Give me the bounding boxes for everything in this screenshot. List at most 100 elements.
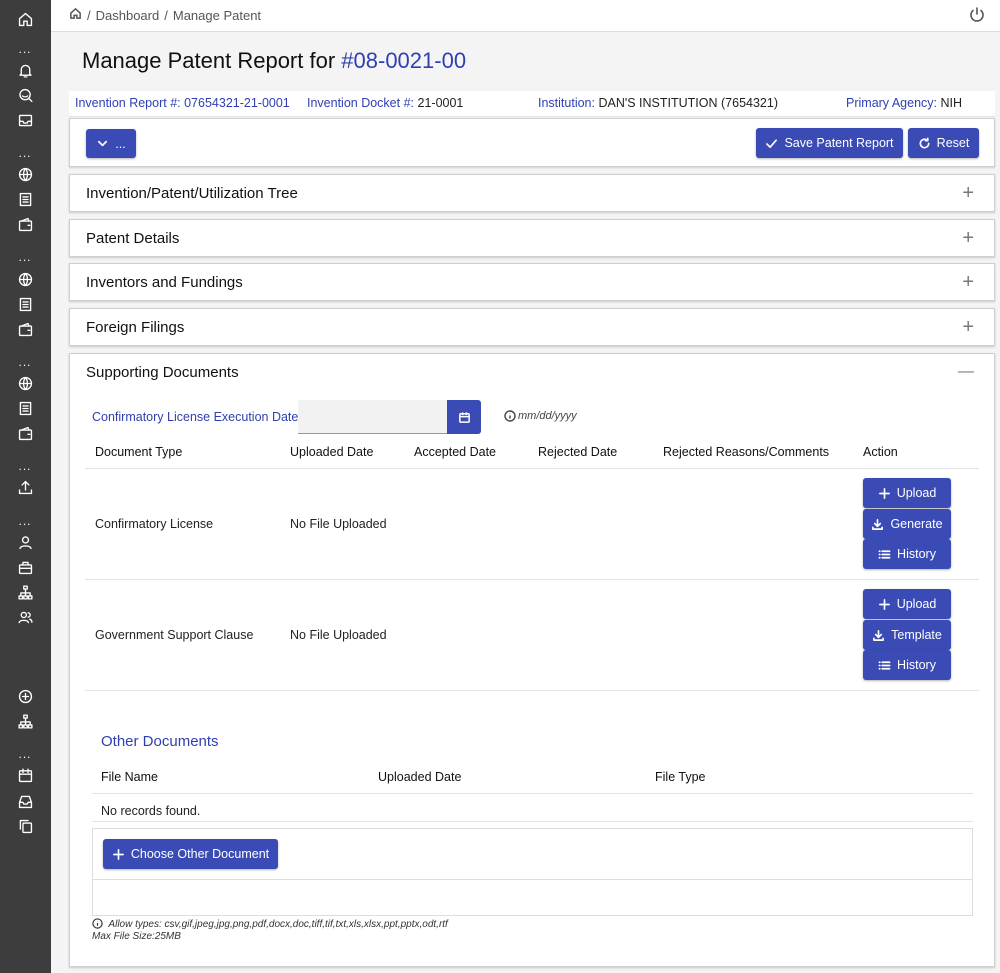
history-label: History (897, 658, 936, 672)
sitemap-icon[interactable] (15, 582, 35, 602)
row-uploaded-date: No File Uploaded (290, 517, 387, 531)
page-title-number: #08-0021-00 (341, 48, 467, 73)
search-chat-icon[interactable] (15, 85, 35, 105)
panel-foreign-filings[interactable]: Foreign Filings + (69, 308, 995, 346)
reset-label: Reset (936, 136, 970, 150)
sidebar-more-dots[interactable]: ... (15, 460, 35, 472)
sidebar-more-dots[interactable]: ... (15, 251, 35, 263)
home-icon[interactable] (69, 7, 82, 23)
institution-value: DAN'S INSTITUTION (7654321) (598, 96, 778, 110)
template-button[interactable]: Template (863, 620, 951, 650)
calendar-icon (458, 411, 470, 423)
confirmatory-date-input[interactable] (298, 400, 448, 434)
plus-icon (112, 848, 124, 860)
wallet-icon[interactable] (15, 423, 35, 443)
calendar-button[interactable] (447, 400, 481, 434)
agency-label: Primary Agency: (846, 96, 938, 110)
reset-button[interactable]: Reset (908, 128, 979, 158)
expand-icon[interactable]: + (962, 317, 974, 337)
institution-label: Institution: (538, 96, 595, 110)
globe-icon[interactable] (15, 164, 35, 184)
download-icon (872, 518, 884, 530)
sidebar-more-dots[interactable]: ... (15, 43, 35, 55)
save-label: Save Patent Report (784, 136, 894, 150)
expand-icon[interactable]: + (962, 272, 974, 292)
history-label: History (897, 547, 936, 561)
allowed-types-note: Allow types: csv,gif,jpeg,jpg,png,pdf,do… (92, 918, 448, 930)
agency-value: NIH (940, 96, 963, 110)
panel-inventors-title[interactable]: Inventors and Fundings (86, 274, 243, 291)
collapse-icon[interactable]: — (958, 362, 974, 382)
download-icon (873, 629, 885, 641)
mail-icon[interactable] (15, 110, 35, 130)
calendar-icon[interactable] (15, 765, 35, 785)
panel-details-title[interactable]: Patent Details (86, 230, 179, 247)
col-document-type: Document Type (95, 445, 183, 459)
docket-value: 21-0001 (417, 96, 464, 110)
panel-patent-details[interactable]: Patent Details + (69, 219, 995, 257)
max-file-size-note: Max File Size:25MB (92, 931, 181, 942)
globe-icon[interactable] (15, 269, 35, 289)
wallet-icon[interactable] (15, 319, 35, 339)
copy-icon[interactable] (15, 816, 35, 836)
breadcrumb: / Dashboard / Manage Patent (69, 7, 261, 23)
inbox-icon[interactable] (15, 791, 35, 811)
upload-button[interactable]: Upload (863, 589, 951, 619)
choose-document-label: Choose Other Document (130, 847, 270, 861)
power-icon[interactable] (968, 6, 986, 24)
panel-foreign-title[interactable]: Foreign Filings (86, 319, 184, 336)
document-icon[interactable] (15, 398, 35, 418)
plus-icon (878, 598, 890, 610)
panel-tree[interactable]: Invention/Patent/Utilization Tree + (69, 174, 995, 212)
choose-other-document-button[interactable]: Choose Other Document (103, 839, 278, 869)
row-divider (92, 793, 973, 794)
row-divider (92, 821, 973, 822)
panel-supporting-title[interactable]: Supporting Documents (86, 364, 239, 381)
invention-report-value[interactable]: 07654321-21-0001 (184, 96, 290, 110)
institution-info: Institution: DAN'S INSTITUTION (7654321) (538, 96, 778, 110)
user-icon[interactable] (15, 532, 35, 552)
row-document-type: Confirmatory License (95, 517, 214, 531)
home-icon[interactable] (15, 9, 35, 29)
other-documents-title: Other Documents (101, 733, 219, 750)
col-od-uploaded-date: Uploaded Date (378, 770, 462, 784)
sidebar-more-dots[interactable]: ... (15, 748, 35, 760)
top-bar: / Dashboard / Manage Patent (51, 0, 1000, 32)
sidebar-more-dots[interactable]: ... (15, 147, 35, 159)
upload-icon[interactable] (15, 477, 35, 497)
generate-button[interactable]: Generate (863, 509, 951, 539)
history-button[interactable]: History (863, 539, 951, 569)
breadcrumb-separator: / (87, 7, 91, 23)
document-icon[interactable] (15, 294, 35, 314)
upload-button[interactable]: Upload (863, 478, 951, 508)
bell-icon[interactable] (15, 60, 35, 80)
row-divider (85, 690, 979, 691)
sidebar-more-dots[interactable]: ... (15, 356, 35, 368)
wallet-icon[interactable] (15, 214, 35, 234)
expand-icon[interactable]: + (962, 228, 974, 248)
document-icon[interactable] (15, 189, 35, 209)
globe-icon[interactable] (15, 373, 35, 393)
sitemap-icon[interactable] (15, 711, 35, 731)
panel-supporting-documents: Supporting Documents — Confirmatory Lice… (69, 353, 995, 967)
save-patent-report-button[interactable]: Save Patent Report (756, 128, 903, 158)
col-rejected-date: Rejected Date (538, 445, 618, 459)
briefcase-icon[interactable] (15, 557, 35, 577)
col-action: Action (863, 445, 898, 459)
panel-inventors[interactable]: Inventors and Fundings + (69, 263, 995, 301)
expand-icon[interactable]: + (962, 183, 974, 203)
file-upload-area[interactable]: Choose Other Document (92, 828, 973, 916)
users-icon[interactable] (15, 607, 35, 627)
panel-tree-title[interactable]: Invention/Patent/Utilization Tree (86, 185, 298, 202)
info-icon (92, 918, 103, 929)
invention-report-label: Invention Report #: (75, 96, 181, 110)
upload-label: Upload (896, 597, 937, 611)
breadcrumb-current: Manage Patent (172, 7, 262, 23)
plus-circle-icon[interactable] (15, 686, 35, 706)
allowed-types-text: Allow types: csv,gif,jpeg,jpg,png,pdf,do… (108, 919, 448, 930)
info-icon (504, 410, 516, 422)
breadcrumb-dashboard[interactable]: Dashboard (96, 8, 160, 23)
history-button[interactable]: History (863, 650, 951, 680)
sidebar-more-dots[interactable]: ... (15, 515, 35, 527)
more-actions-button[interactable]: ... (86, 129, 136, 158)
